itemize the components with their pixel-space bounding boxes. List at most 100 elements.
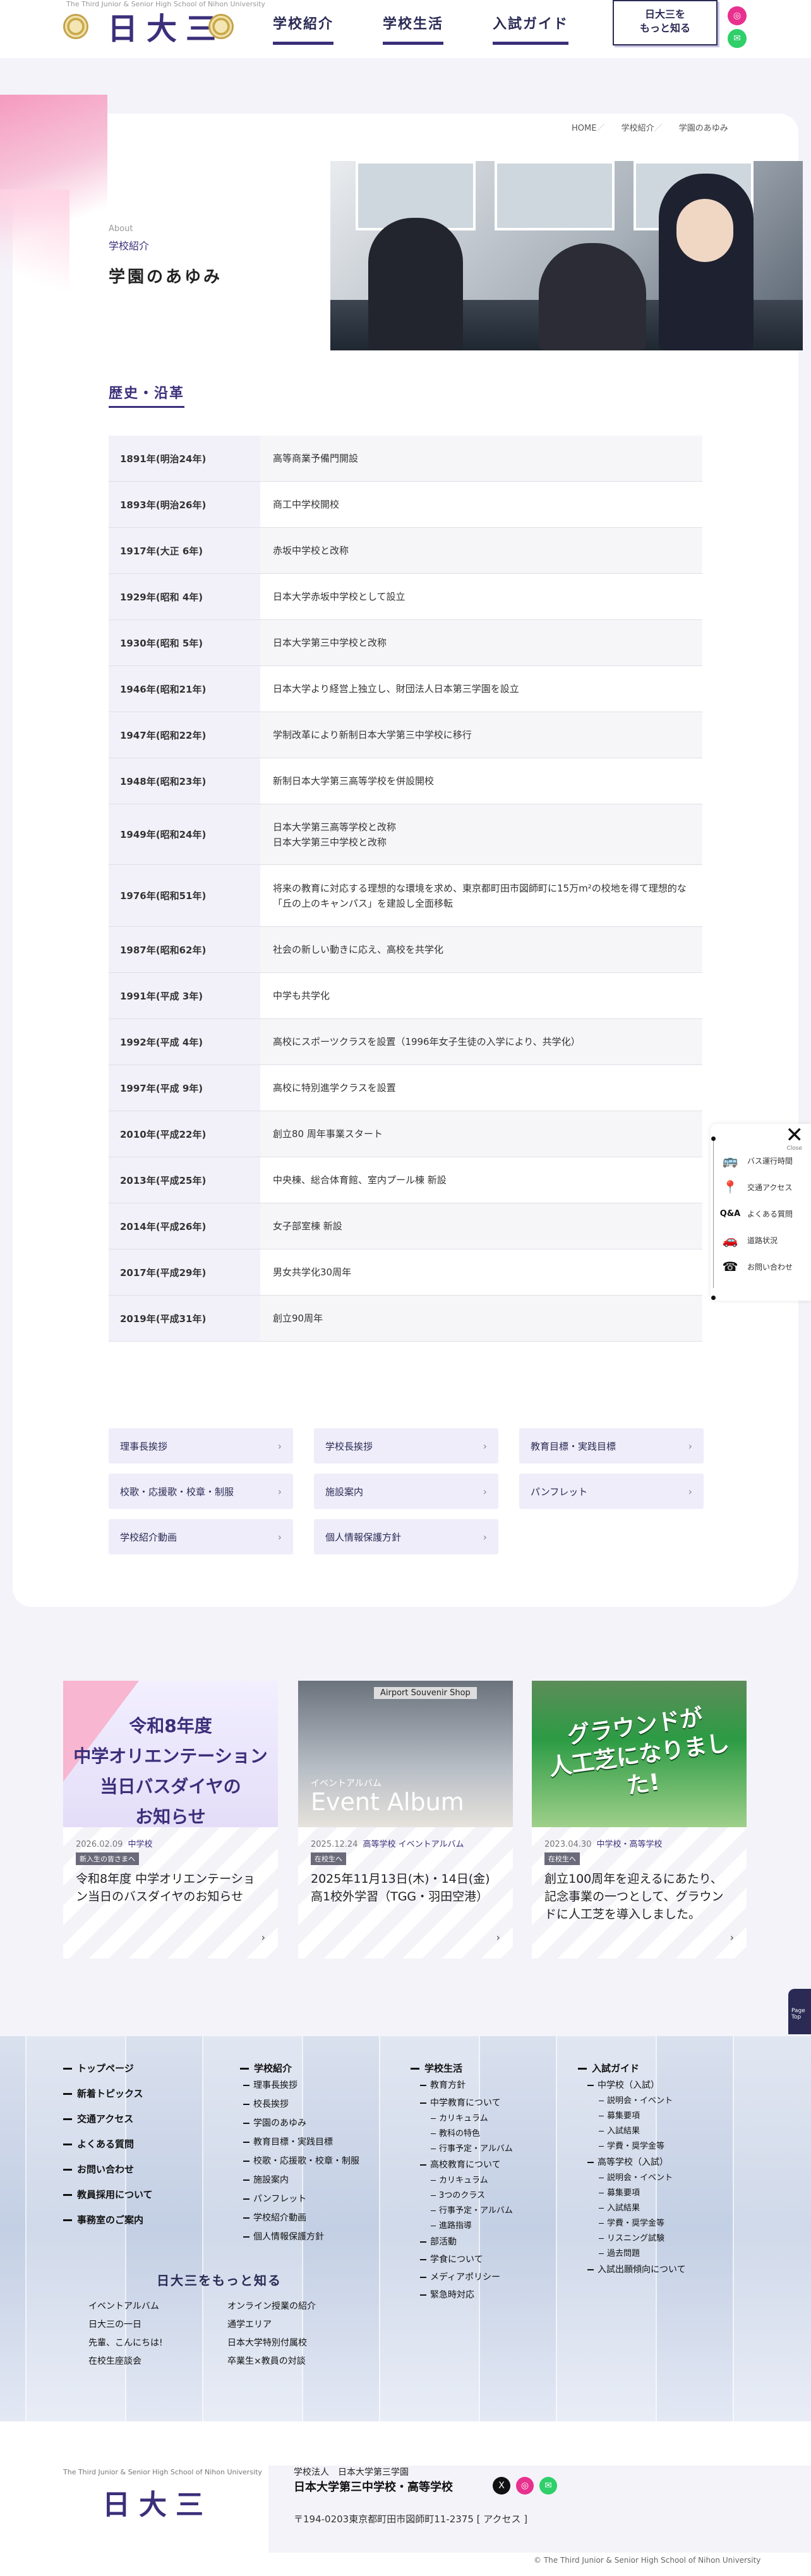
nav-admission-guide[interactable]: 入試ガイド xyxy=(493,13,569,45)
footer-link[interactable]: 学校紹介動画 xyxy=(243,2211,306,2224)
side-access[interactable]: 📍 交通アクセス xyxy=(719,1178,793,1196)
footer-link[interactable]: 部活動 xyxy=(420,2235,457,2248)
footer-more-link[interactable]: 通学エリア xyxy=(227,2318,272,2330)
history-event: 将来の教育に対応する理想的な環境を求め、東京都町田市図師町に15万m²の校地を得… xyxy=(273,882,687,909)
quick-link-button[interactable]: 理事長挨拶 › xyxy=(109,1428,293,1464)
footer-link[interactable]: 新着トピックス xyxy=(63,2087,143,2100)
history-row: 1948年(昭和23年) 新制日本大学第三高等学校を併設開校 xyxy=(109,758,702,804)
footer-more-link[interactable]: 先輩、こんにちは! xyxy=(88,2336,163,2349)
footer-link[interactable]: メディアポリシー xyxy=(420,2270,500,2283)
news-meta: 2025.12.24 高等学校 イベントアルバム xyxy=(311,1840,464,1849)
footer-link[interactable]: 学費・奨学金等 xyxy=(599,2216,664,2228)
side-bus-schedule[interactable]: 🚌 バス運行時間 xyxy=(719,1152,793,1169)
footer-link[interactable]: 緊急時対応 xyxy=(420,2288,474,2301)
news-card[interactable]: Airport Souvenir Shop イベントアルバム Event Alb… xyxy=(298,1681,513,1959)
history-year: 1948年(昭和23年) xyxy=(109,758,260,804)
learn-more-button[interactable]: 日大三を もっと知る xyxy=(613,0,718,45)
footer-more-link[interactable]: 卒業生×教員の対談 xyxy=(227,2354,306,2367)
footer-link[interactable]: 高校教育について xyxy=(420,2158,501,2171)
footer-link[interactable]: 交通アクセス xyxy=(63,2112,133,2125)
footer-link[interactable]: 理事長挨拶 xyxy=(243,2078,297,2091)
footer-more-link[interactable]: 日本大学特別付属校 xyxy=(227,2336,307,2349)
history-row: 1893年(明治26年) 商工中学校開校 xyxy=(109,482,702,528)
footer-link-title[interactable]: 学校生活 xyxy=(411,2061,462,2075)
quick-link-button[interactable]: 学校紹介動画 › xyxy=(109,1519,293,1554)
close-icon[interactable]: ✕ xyxy=(786,1124,804,1147)
news-card[interactable]: グラウンドが 人工芝になりました! 2023.04.30 中学校・高等学校 在校生… xyxy=(532,1681,747,1959)
footer-link[interactable]: 過去問題 xyxy=(599,2246,640,2258)
footer-link[interactable]: 募集要項 xyxy=(599,2109,640,2121)
history-year: 1929年(昭和 4年) xyxy=(109,574,260,619)
crest-logo-left xyxy=(63,14,88,39)
footer-link[interactable]: 入試出願傾向について xyxy=(587,2263,686,2275)
footer-link[interactable]: 行事予定・アルバム xyxy=(431,2203,513,2215)
footer-link[interactable]: カリキュラム xyxy=(431,2111,488,2123)
footer-link[interactable]: 校長挨拶 xyxy=(243,2097,289,2110)
line-icon[interactable]: ✉ xyxy=(539,2477,557,2495)
quick-link-button[interactable]: 教育目標・実践目標 › xyxy=(519,1428,704,1464)
footer-link[interactable]: パンフレット xyxy=(243,2192,306,2205)
footer-link[interactable]: 学費・奨学金等 xyxy=(599,2139,664,2151)
quick-link-button[interactable]: パンフレット › xyxy=(519,1474,704,1509)
history-table: 1891年(明治24年) 高等商業予備門開設 1893年(明治26年) 商工中学校開校… xyxy=(109,436,702,1342)
footer-more-link[interactable]: オンライン授業の紹介 xyxy=(227,2299,316,2312)
footer-link[interactable]: 教員採用について xyxy=(63,2188,153,2201)
history-event: 中学も共学化 xyxy=(273,990,330,1001)
footer-link[interactable]: 進路指導 xyxy=(431,2219,472,2231)
footer-link[interactable]: 事務室のご案内 xyxy=(63,2213,143,2226)
quick-link-button[interactable]: 校歌・応援歌・校章・制服 › xyxy=(109,1474,293,1509)
side-road-status[interactable]: 🚗 道路状況 xyxy=(719,1231,778,1249)
chevron-right-icon: › xyxy=(277,1485,282,1498)
footer-link[interactable]: 校歌・応援歌・校章・制服 xyxy=(243,2154,359,2167)
breadcrumb-home[interactable]: HOME xyxy=(572,124,596,133)
footer-link[interactable]: 説明会・イベント xyxy=(599,2094,673,2106)
history-row: 1992年(平成 4年) 高校にスポーツクラスを設置（1996年女子生徒の入学によ… xyxy=(109,1019,702,1065)
footer-link[interactable]: トップページ xyxy=(63,2061,134,2075)
site-logo[interactable]: 日大三 xyxy=(107,9,225,49)
news-card[interactable]: 令和8年度 中学オリエンテーション 当日バスダイヤの お知らせ 2026.02.… xyxy=(63,1681,278,1959)
x-icon[interactable]: X xyxy=(493,2477,510,2495)
nav-school-intro[interactable]: 学校紹介 xyxy=(273,13,334,45)
footer-more-link[interactable]: 在校生座談会 xyxy=(88,2354,141,2367)
footer-link[interactable]: 高等学校（入試） xyxy=(587,2156,668,2168)
footer-link[interactable]: 中学校（入試） xyxy=(587,2078,659,2091)
footer-link[interactable]: カリキュラム xyxy=(431,2173,488,2185)
side-contact[interactable]: ☎ お問い合わせ xyxy=(719,1258,793,1275)
instagram-icon[interactable]: ◎ xyxy=(516,2477,534,2495)
footer-link[interactable]: リスニング試験 xyxy=(599,2231,664,2243)
footer-link[interactable]: よくある質問 xyxy=(63,2137,134,2150)
footer-link[interactable]: 教育方針 xyxy=(420,2078,466,2091)
footer-link[interactable]: 学食について xyxy=(420,2253,483,2265)
footer-link[interactable]: 入試結果 xyxy=(599,2124,640,2136)
footer-link[interactable]: 教育目標・実践目標 xyxy=(243,2135,333,2148)
line-icon[interactable]: ✉ xyxy=(728,29,747,48)
nav-school-life[interactable]: 学校生活 xyxy=(383,13,444,45)
footer-more-link[interactable]: 日大三の一日 xyxy=(88,2318,141,2330)
footer-link[interactable]: 説明会・イベント xyxy=(599,2171,673,2183)
footer-link[interactable]: 施設案内 xyxy=(243,2173,289,2186)
quick-link-button[interactable]: 学校長挨拶 › xyxy=(314,1428,498,1464)
footer-link[interactable]: 中学教育について xyxy=(420,2096,501,2109)
history-year: 1946年(昭和21年) xyxy=(109,666,260,712)
footer-logo[interactable]: 日大三 xyxy=(102,2482,212,2522)
footer-link-title[interactable]: 入試ガイド xyxy=(578,2061,639,2075)
footer-link[interactable]: 入試結果 xyxy=(599,2201,640,2213)
quick-link-button[interactable]: 施設案内 › xyxy=(314,1474,498,1509)
footer-link[interactable]: 3つのクラス xyxy=(431,2188,485,2200)
page-title: 学園のあゆみ xyxy=(109,268,223,287)
footer-link[interactable]: 行事予定・アルバム xyxy=(431,2142,513,2154)
footer-link[interactable]: 募集要項 xyxy=(599,2186,640,2198)
quick-link-button[interactable]: 個人情報保護方針 › xyxy=(314,1519,498,1554)
history-row: 1946年(昭和21年) 日本大学より経営上独立し、財団法人日本第三学園を設立 xyxy=(109,666,702,712)
breadcrumb-school-intro[interactable]: 学校紹介 xyxy=(622,124,654,133)
side-faq[interactable]: Q&A よくある質問 xyxy=(719,1205,793,1222)
footer-link[interactable]: お問い合わせ xyxy=(63,2162,134,2176)
footer-link[interactable]: 学園のあゆみ xyxy=(243,2116,306,2129)
news-image: Airport Souvenir Shop イベントアルバム Event Alb… xyxy=(298,1681,513,1827)
footer-more-link[interactable]: イベントアルバム xyxy=(88,2299,159,2312)
footer-link[interactable]: 教科の特色 xyxy=(431,2126,480,2138)
footer-link-title[interactable]: 学校紹介 xyxy=(240,2061,292,2075)
chevron-right-icon: › xyxy=(277,1440,282,1452)
instagram-icon[interactable]: ◎ xyxy=(728,6,747,25)
footer-link[interactable]: 個人情報保護方針 xyxy=(243,2230,324,2243)
